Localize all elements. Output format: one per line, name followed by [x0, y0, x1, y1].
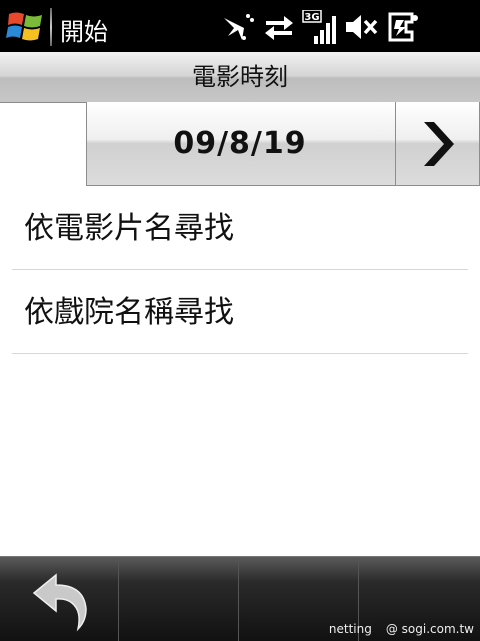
watermark-right: @ sogi.com.tw	[385, 622, 474, 636]
volume-muted-icon[interactable]	[344, 10, 380, 44]
back-arrow-icon	[32, 573, 87, 632]
chevron-right-icon	[424, 122, 454, 166]
soft-key-2[interactable]	[120, 557, 239, 641]
watermark: netting @ sogi.com.tw	[329, 622, 474, 636]
title-bar: 電影時刻	[0, 52, 480, 103]
signal-3g-icon: 3G	[302, 9, 338, 44]
date-selector: 09/8/19	[86, 102, 480, 186]
windows-flag-icon[interactable]	[6, 8, 46, 46]
battery-charging-icon[interactable]	[384, 10, 420, 44]
network-badge: 3G	[304, 12, 319, 23]
sync-disconnected-icon[interactable]	[220, 10, 256, 44]
date-display[interactable]: 09/8/19	[87, 102, 393, 186]
search-menu: 依電影片名尋找 依戲院名稱尋找	[12, 186, 468, 354]
next-date-button[interactable]	[395, 102, 480, 186]
list-item-search-by-theater[interactable]: 依戲院名稱尋找	[12, 270, 468, 354]
start-separator	[50, 8, 52, 46]
back-button[interactable]	[0, 557, 119, 641]
status-bar: 開始 3G	[0, 0, 480, 52]
list-item-label: 依電影片名尋找	[24, 211, 234, 246]
start-label[interactable]: 開始	[60, 12, 108, 47]
data-transfer-icon	[262, 10, 296, 44]
list-item-search-by-movie[interactable]: 依電影片名尋找	[12, 186, 468, 270]
watermark-left: netting	[328, 622, 372, 636]
page-title: 電影時刻	[192, 63, 288, 91]
list-item-label: 依戲院名稱尋找	[24, 295, 234, 330]
